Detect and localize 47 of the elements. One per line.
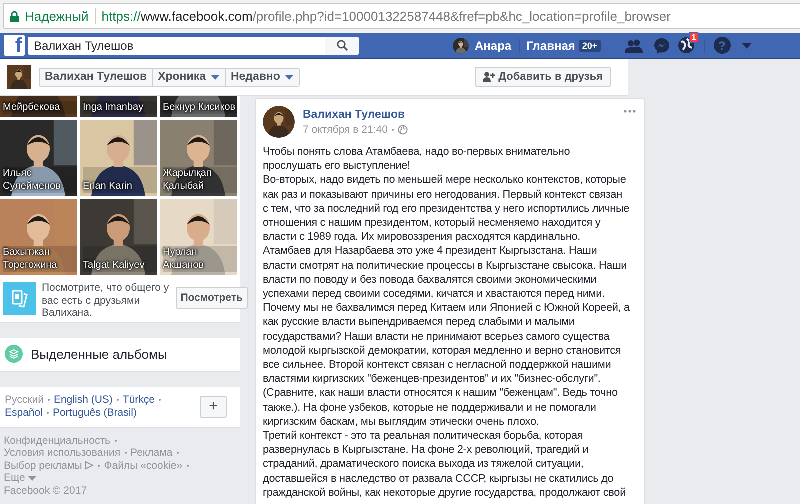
friend-name[interactable]: Мейрбекова bbox=[3, 101, 77, 114]
nav-tab[interactable]: Хроника bbox=[152, 68, 225, 86]
caret-icon bbox=[28, 476, 38, 481]
more-options-icon[interactable] bbox=[624, 110, 636, 113]
friend-name[interactable]: Talgat Kaliyev bbox=[83, 246, 157, 272]
nav-tab[interactable]: Недавно bbox=[224, 68, 300, 86]
albums-icon bbox=[5, 345, 23, 364]
security-label: Надежный bbox=[25, 8, 89, 24]
search-button[interactable] bbox=[325, 36, 359, 54]
friend-name[interactable]: Бекнур Кисиков bbox=[163, 101, 237, 114]
more-languages-button[interactable]: + bbox=[200, 396, 227, 418]
author-link[interactable]: Валихан Тулешов bbox=[303, 108, 408, 120]
adchoices-icon bbox=[85, 461, 94, 470]
user-name-link[interactable]: Анара bbox=[475, 38, 512, 52]
language-link[interactable]: Türkçe bbox=[122, 394, 155, 407]
suggestion-text: Посмотрите, что общего у вас есть с друзьями Валихана. bbox=[42, 282, 170, 320]
messenger-icon[interactable] bbox=[654, 38, 670, 54]
caret-icon bbox=[285, 74, 294, 80]
caret-icon bbox=[210, 74, 220, 80]
language-link[interactable]: Português (Brasil) bbox=[52, 406, 137, 420]
globe-icon bbox=[398, 124, 408, 134]
language-link[interactable]: Español bbox=[5, 406, 43, 420]
friends-icon[interactable] bbox=[624, 38, 643, 52]
add-friend-icon bbox=[482, 72, 495, 82]
add-friend-button[interactable]: Добавить в друзья bbox=[474, 67, 611, 87]
post-paragraph: Во-вторых, надо видеть по меньшей мере несколько контекстов, которые как раз и показывают причины его негодования. Первый контекст связан с тем, что за последний год его президентства у него испортились личные отношения с нашим президентом, который несменяемо находится у власти с 1989 года. Их мировоззрения расходятся кардинально. bbox=[263, 173, 631, 244]
post-paragraph: Чтобы понять слова Атамбаева, надо во-первых внимательно прослушать его выступление! bbox=[263, 145, 572, 174]
profile-name-tab[interactable]: Валихан Тулешов bbox=[40, 68, 152, 86]
home-badge: 20+ bbox=[579, 40, 601, 52]
address-bar[interactable]: Надежный https://www.facebook.com/profile.php?id=100001322587448&fref=pb&hc_location=profile_browser bbox=[3, 3, 800, 29]
language-link[interactable]: English (US) bbox=[54, 394, 113, 407]
friends-cards-icon bbox=[12, 290, 28, 308]
friend-name[interactable]: Inga Imanbay bbox=[83, 101, 157, 114]
notification-badge: 1 bbox=[688, 32, 700, 43]
post-paragraph: Атамбаев для Назарбаева это уже 4 президент Кыргызстана. Наши власти смотрят на политические процессы в Кыргызстане свысока. Наши власти по поводу и без повода бахвалятся своими экономическими успехами перед своими соседями, кичатся и хвастаются перед ними. Почему мы не бахвалимся перед Китаем или Японией с Южной Кореей, а как русские власти выпендриваемся перед слабыми и малыми государствами? Наши власти не принимают всерьез самого существа молодой кыргызской демократии, которая медленно и верно становится все сильнее. Второй контекст связан с негласной поддержкой нашими властями киргизских "беженцев-президентов" и их "бизнес-обслуги". (Сравните, как наши власти относятся к нашим "беженцам". Ведь точно также.). На фоне узбеков, которые не поддерживали и не помогали киргизским баскам, мы выглядим этически очень плохо. bbox=[263, 244, 631, 430]
lock-icon bbox=[10, 10, 19, 22]
copyright-text: Facebook © 2017 bbox=[4, 484, 88, 497]
logo[interactable]: f bbox=[4, 35, 25, 56]
search-field[interactable]: Валихан Тулешов bbox=[28, 36, 359, 54]
view-button[interactable]: Посмотреть bbox=[176, 287, 248, 309]
friend-name[interactable]: Жарылқап Қалыбай bbox=[163, 167, 237, 193]
post-paragraph: Третий контекст - это та реальная политическая борьба, которая развернулась в Кыргызстане. На фоне 2-х революций, трагедий и страданий, драматического поиска выхода из тяжелой ситуации, доставшейся в наследство от развала СССР, кыргызы не скатились до гражданской войны, как некоторые другие государства, продолжают свой bbox=[263, 429, 628, 500]
friend-name[interactable]: Бахытжан Торегожина bbox=[3, 246, 77, 272]
search-icon bbox=[336, 40, 348, 51]
home-link[interactable]: Главная bbox=[526, 38, 576, 52]
caret-icon[interactable] bbox=[742, 42, 752, 48]
url-text: https://www.facebook.com/profile.php?id=100001322587448&fref=pb&hc_location=profile_browser bbox=[102, 8, 671, 24]
